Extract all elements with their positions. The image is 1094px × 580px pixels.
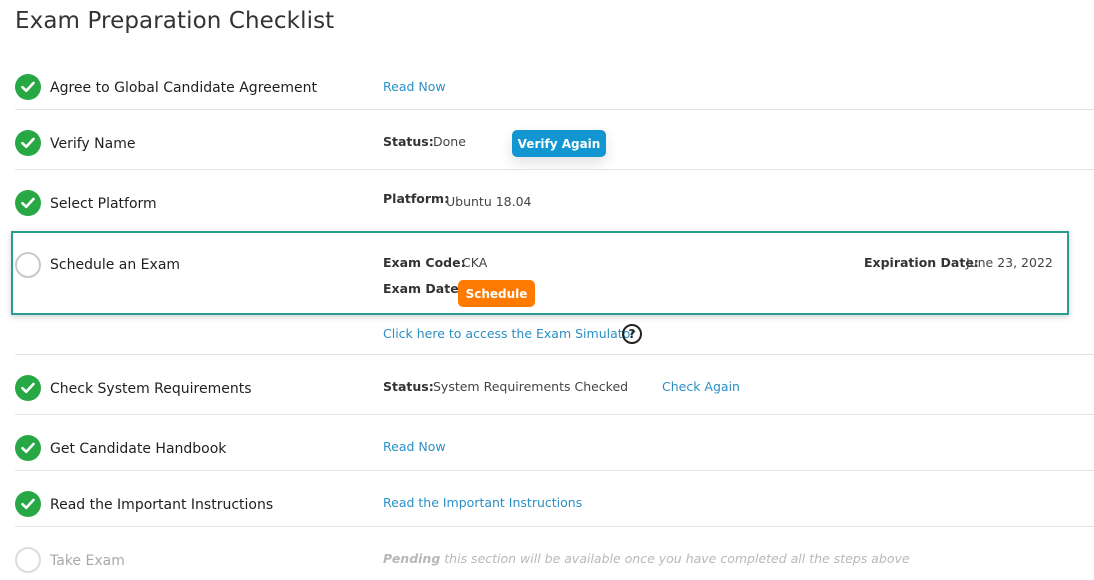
platform-label: Platform: [383, 191, 450, 206]
exam-date-label: Exam Date: [383, 281, 464, 296]
step-label-select-platform: Select Platform [50, 196, 157, 212]
exam-code-label: Exam Code: [383, 255, 466, 270]
step-label-system-requirements: Check System Requirements [50, 381, 252, 397]
step-label-schedule-exam: Schedule an Exam [50, 257, 181, 273]
schedule-button[interactable]: Schedule [458, 280, 535, 307]
verify-status-label: Status: [383, 134, 434, 149]
divider [15, 414, 1094, 415]
pending-word: Pending [383, 551, 441, 566]
platform-value: Ubuntu 18.04 [446, 194, 532, 209]
empty-circle-icon [15, 252, 41, 278]
expiration-date-value: June 23, 2022 [966, 255, 1053, 270]
expiration-date-label: Expiration Date: [864, 255, 979, 270]
verify-status-value: Done [433, 134, 466, 149]
page-title: Exam Preparation Checklist [15, 8, 335, 34]
pending-text: this section will be available once you … [440, 551, 910, 566]
system-status-value: System Requirements Checked [433, 379, 629, 394]
check-again-link[interactable]: Check Again [662, 379, 740, 394]
schedule-exam-highlight [11, 231, 1069, 315]
read-agreement-link[interactable]: Read Now [383, 79, 446, 94]
empty-circle-icon [15, 547, 41, 573]
divider [15, 169, 1094, 170]
exam-simulator-link[interactable]: Click here to access the Exam Simulator [383, 326, 635, 341]
check-circle-icon [15, 491, 41, 517]
verify-again-button[interactable]: Verify Again [512, 130, 606, 157]
pending-message: Pending this section will be available o… [383, 551, 910, 566]
divider [15, 354, 1094, 355]
exam-code-value: CKA [462, 255, 488, 270]
check-circle-icon [15, 375, 41, 401]
read-handbook-link[interactable]: Read Now [383, 439, 446, 454]
step-label-important-instructions: Read the Important Instructions [50, 497, 274, 513]
divider [15, 526, 1094, 527]
step-label-take-exam: Take Exam [50, 553, 125, 569]
check-circle-icon [15, 435, 41, 461]
divider [15, 470, 1094, 471]
read-instructions-link[interactable]: Read the Important Instructions [383, 495, 582, 510]
check-circle-icon [15, 130, 41, 156]
step-label-candidate-handbook: Get Candidate Handbook [50, 441, 227, 457]
question-circle-icon[interactable]: ? [622, 324, 642, 344]
step-label-verify-name: Verify Name [50, 136, 136, 152]
check-circle-icon [15, 74, 41, 100]
divider [15, 109, 1094, 110]
step-label-agree: Agree to Global Candidate Agreement [50, 80, 317, 96]
system-status-label: Status: [383, 379, 434, 394]
check-circle-icon [15, 190, 41, 216]
